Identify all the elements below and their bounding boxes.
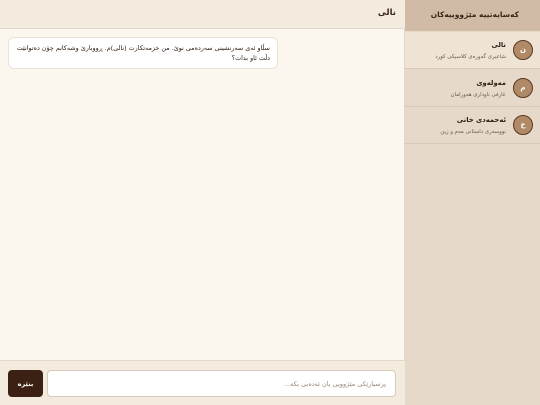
sidebar-item-mawlawi[interactable]: م مەولەوی عارفی ناوداری هەورامان	[405, 70, 540, 107]
sidebar-item-description: نووسەری داستانی مەم و زین	[440, 129, 506, 135]
message-composer: بنێرە	[0, 360, 405, 405]
sidebar-item-description: عارفی ناوداری هەورامان	[450, 92, 506, 98]
sidebar-title: کەسایەتییە مێژووییەکان	[430, 10, 519, 19]
chat-panel: نالی سڵاو ئەی سەرنشینی سەردەمی نوێ. من خ…	[0, 0, 405, 405]
sidebar-item-description: شاعیری گەورەی کلاسیکی کورد	[435, 54, 506, 60]
sidebar-item-name: ئەحمەدی خانی	[456, 116, 506, 124]
sidebar-item-name: مەولەوی	[476, 79, 506, 87]
message-list[interactable]: سڵاو ئەی سەرنشینی سەردەمی نوێ. من خزمەتک…	[0, 29, 405, 360]
message-input[interactable]	[47, 370, 396, 397]
avatar: خ	[513, 115, 533, 135]
sidebar-item-nali[interactable]: ن نالی شاعیری گەورەی کلاسیکی کورد	[405, 32, 540, 69]
chat-title: نالی	[377, 8, 396, 18]
sidebar-item-name: نالی	[491, 41, 506, 49]
sidebar-item-ahmadi-khani[interactable]: خ ئەحمەدی خانی نووسەری داستانی مەم و زین	[405, 107, 540, 144]
avatar: ن	[513, 40, 533, 60]
sidebar: کەسایەتییە مێژووییەکان ن نالی شاعیری گەو…	[405, 0, 540, 405]
message-bubble: سڵاو ئەی سەرنشینی سەردەمی نوێ. من خزمەتک…	[8, 37, 278, 69]
send-button[interactable]: بنێرە	[8, 370, 43, 397]
sidebar-header: کەسایەتییە مێژووییەکان	[405, 0, 540, 31]
avatar: م	[513, 78, 533, 98]
chat-header: نالی	[0, 0, 405, 29]
